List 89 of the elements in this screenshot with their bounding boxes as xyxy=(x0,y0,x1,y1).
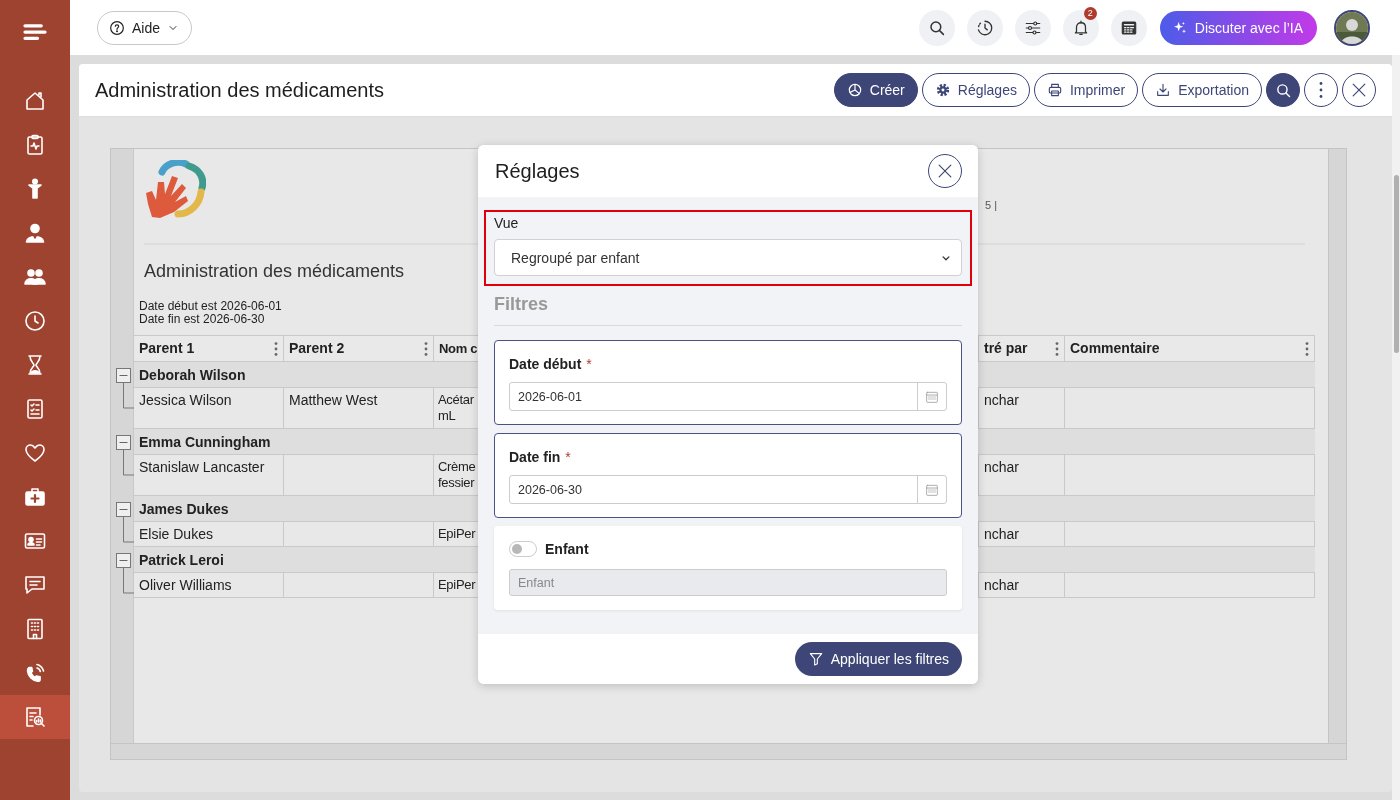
table-cell: nchar xyxy=(984,392,1020,408)
collapse-icon[interactable] xyxy=(116,435,131,450)
create-button[interactable]: Créer xyxy=(833,73,918,107)
page-title: Administration des médicaments xyxy=(95,78,385,102)
apply-filters-button[interactable]: Appliquer les filtres xyxy=(794,642,962,676)
heart-icon xyxy=(23,441,47,465)
filter-criterion: Date début est 2026-06-01 xyxy=(139,299,282,313)
collapse-icon[interactable] xyxy=(116,553,131,568)
collapse-icon[interactable] xyxy=(116,502,131,517)
close-button[interactable] xyxy=(928,154,962,188)
search-icon xyxy=(927,18,946,37)
toggle-switch[interactable] xyxy=(509,541,537,557)
home-icon xyxy=(23,89,47,113)
calculator-icon xyxy=(1119,18,1138,37)
field-label: Date début xyxy=(509,356,582,372)
column-header: Commentaire xyxy=(1070,340,1160,356)
table-cell-text: Crème fessier xyxy=(438,459,477,491)
table-cell: nchar xyxy=(984,459,1020,475)
report-title: Administration des médicaments xyxy=(144,261,406,282)
column-header: Parent 1 xyxy=(139,340,195,356)
group-header: Emma Cunningham xyxy=(139,434,271,450)
table-cell: Oliver Williams xyxy=(139,577,232,593)
scrollbar[interactable] xyxy=(1392,55,1400,800)
calculator-button[interactable] xyxy=(1110,9,1147,46)
bell-button[interactable]: 2 xyxy=(1062,9,1099,46)
clock-icon xyxy=(23,309,47,333)
first-aid-kit-icon xyxy=(23,485,47,509)
tree-line xyxy=(123,516,134,543)
table-cell: Elsie Dukes xyxy=(139,526,213,542)
chat-icon xyxy=(23,573,47,597)
close-button[interactable] xyxy=(1342,73,1376,107)
sliders-button[interactable] xyxy=(1014,9,1051,46)
section-heading: Filtres xyxy=(494,294,550,315)
group-header: James Dukes xyxy=(139,501,229,517)
view-dropdown[interactable]: Regroupé par enfant xyxy=(494,239,962,276)
group-header: Patrick Leroi xyxy=(139,552,224,568)
table-cell: Jessica Wilson xyxy=(139,392,232,408)
dialog-title: Réglages xyxy=(495,159,581,183)
ai-chat-button[interactable]: Discuter avec l’IA xyxy=(1159,10,1317,45)
more-button[interactable] xyxy=(1304,73,1338,107)
avatar[interactable] xyxy=(1334,9,1370,46)
table-cell-text: EpiPer xyxy=(438,577,477,593)
column-menu-icon[interactable] xyxy=(1055,342,1059,356)
column-header: Nom c xyxy=(439,341,478,356)
field-label: Date fin xyxy=(509,449,561,465)
user-icon xyxy=(23,221,47,245)
search-button[interactable] xyxy=(1266,73,1300,107)
print-button[interactable]: Imprimer xyxy=(1033,73,1139,107)
column-menu-icon[interactable] xyxy=(274,342,278,356)
clock-icon xyxy=(975,18,994,37)
column-header: Parent 2 xyxy=(289,340,345,356)
pie-chart-icon xyxy=(846,82,863,98)
search-button[interactable] xyxy=(918,9,955,46)
sliders-icon xyxy=(1023,18,1042,37)
notification-badge: 2 xyxy=(1083,6,1097,20)
table-cell: Stanislaw Lancaster xyxy=(139,459,265,475)
column-menu-icon[interactable] xyxy=(424,342,428,356)
nav-button[interactable] xyxy=(0,695,70,739)
header-text: 5 | xyxy=(984,199,997,211)
tree-line xyxy=(123,567,134,594)
help-icon xyxy=(109,19,125,36)
tree-line xyxy=(123,382,134,409)
gear-icon xyxy=(934,82,951,98)
settings-button[interactable]: Réglages xyxy=(921,73,1030,107)
table-cell: nchar xyxy=(984,577,1020,593)
search-icon xyxy=(1274,81,1292,99)
filter-criterion: Date fin est 2026-06-30 xyxy=(139,312,265,326)
column-header: tré par xyxy=(984,340,1028,356)
table-cell-text: EpiPer xyxy=(438,526,477,542)
tree-line xyxy=(123,449,134,476)
table-cell-text: Acétar mL xyxy=(438,392,475,424)
help-button[interactable]: Aide xyxy=(97,10,193,45)
table-cell: Matthew West xyxy=(289,392,378,408)
field-label: Vue xyxy=(494,215,520,231)
required-mark: * xyxy=(565,449,571,465)
hands-logo xyxy=(144,160,206,220)
more-icon xyxy=(1319,82,1323,98)
download-icon xyxy=(1155,82,1172,98)
group-header: Deborah Wilson xyxy=(139,367,246,383)
history-button[interactable] xyxy=(966,9,1003,46)
column-menu-icon[interactable] xyxy=(1305,342,1309,356)
collapse-icon[interactable] xyxy=(116,368,131,383)
printer-icon xyxy=(1046,82,1063,98)
report-search-icon xyxy=(23,705,47,729)
export-button[interactable]: Exportation xyxy=(1142,73,1262,107)
field-label: Enfant xyxy=(545,541,589,557)
filter-icon xyxy=(807,651,824,667)
required-mark: * xyxy=(586,356,592,372)
table-cell: nchar xyxy=(984,526,1020,542)
